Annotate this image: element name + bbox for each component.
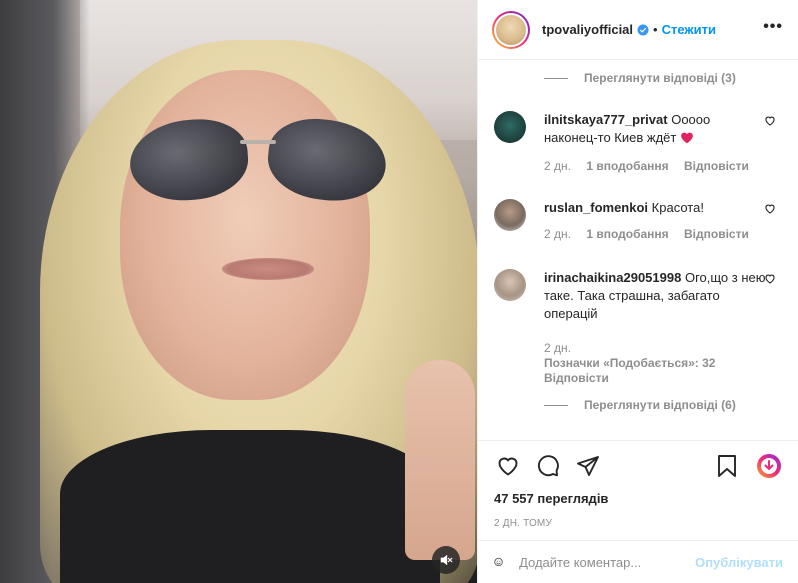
commenter-avatar[interactable] — [494, 199, 526, 231]
heart-small-icon[interactable] — [764, 115, 776, 127]
comment-button[interactable] — [534, 452, 562, 480]
publish-button[interactable]: Опублікувати — [695, 555, 783, 570]
comment-time[interactable]: 2 дн. — [544, 227, 571, 241]
reply-button[interactable]: Відповісти — [684, 227, 749, 241]
author-avatar[interactable] — [492, 10, 530, 49]
like-icon — [498, 457, 518, 476]
comment-text: Красота! — [651, 200, 704, 215]
download-extension-button[interactable] — [755, 452, 783, 480]
raised-hand — [405, 360, 475, 560]
download-extension-icon — [757, 454, 781, 478]
comment-time[interactable]: 2 дн. — [544, 159, 571, 173]
mute-icon — [440, 554, 453, 566]
comment-item: ilnitskaya777_privat Ооооо наконец-то Ки… — [494, 111, 794, 173]
sunglasses-bridge — [240, 140, 276, 144]
comment-input[interactable] — [519, 554, 696, 570]
view-replies-button[interactable]: Переглянути відповіді (6) — [544, 398, 736, 412]
heart-small-icon[interactable] — [764, 203, 776, 215]
separator-dot: • — [653, 22, 658, 37]
view-replies-label: Переглянути відповіді (6) — [584, 398, 736, 412]
mute-button[interactable] — [432, 546, 460, 574]
post-actions: 47 557 переглядів 2 ДН. ТОМУ — [478, 440, 798, 529]
more-options-button[interactable]: ••• — [763, 18, 783, 36]
heart-small-icon[interactable] — [764, 273, 776, 285]
post-side-panel: tpovaliyofficial • Стежити ••• Перегляну… — [477, 0, 798, 583]
save-icon — [718, 455, 736, 477]
heart-emoji-icon — [680, 131, 694, 149]
like-button[interactable] — [494, 452, 522, 480]
comment-likes[interactable]: 1 вподобання — [586, 227, 668, 241]
comment-likes[interactable]: 1 вподобання — [586, 159, 668, 173]
save-button[interactable] — [713, 452, 741, 480]
author-username[interactable]: tpovaliyofficial — [542, 22, 633, 37]
views-count[interactable]: 47 557 переглядів — [494, 491, 783, 506]
comment-icon — [537, 455, 559, 477]
view-replies-label: Переглянути відповіді (3) — [584, 71, 736, 85]
comment-likes[interactable]: Позначки «Подобається»: 32 — [544, 356, 794, 371]
emoji-icon[interactable] — [494, 550, 503, 574]
reply-button[interactable]: Відповісти — [684, 159, 749, 173]
view-replies-button[interactable]: Переглянути відповіді (3) — [544, 71, 736, 85]
commenter-avatar[interactable] — [494, 269, 526, 301]
lips — [222, 258, 314, 280]
share-button[interactable] — [574, 452, 602, 480]
commenter-username[interactable]: irinachaikina29051998 — [544, 270, 681, 285]
reply-button[interactable]: Відповісти — [544, 371, 794, 386]
commenter-username[interactable]: ilnitskaya777_privat — [544, 112, 668, 127]
follow-button[interactable]: Стежити — [662, 22, 716, 37]
post-header: tpovaliyofficial • Стежити ••• — [478, 0, 798, 60]
dark-top — [60, 430, 440, 583]
comment-item: irinachaikina29051998 Ого,що з нею таке.… — [494, 269, 794, 386]
commenter-username[interactable]: ruslan_fomenkoi — [544, 200, 648, 215]
add-comment-bar: Опублікувати — [478, 540, 798, 583]
verified-icon — [637, 24, 649, 35]
comments-list[interactable]: Переглянути відповіді (3) ilnitskaya777_… — [478, 61, 798, 439]
post-video[interactable] — [0, 0, 477, 583]
post-timestamp[interactable]: 2 ДН. ТОМУ — [494, 518, 783, 529]
commenter-avatar[interactable] — [494, 111, 526, 143]
comment-time[interactable]: 2 дн. — [544, 341, 794, 356]
share-icon — [577, 456, 599, 476]
comment-item: ruslan_fomenkoi Красота! 2 дн. 1 вподоба… — [494, 199, 794, 241]
